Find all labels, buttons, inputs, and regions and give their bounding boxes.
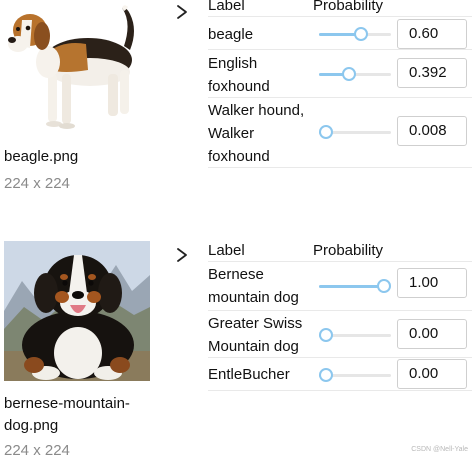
prediction-table: Label Probability beagle 0.60 English fo…: [208, 0, 472, 168]
table-row: Walker hound, Walker foxhound 0.008: [208, 98, 472, 168]
probability-value-field[interactable]: 0.60: [397, 19, 467, 49]
probability-slider[interactable]: [319, 125, 391, 139]
probability-slider[interactable]: [319, 368, 391, 382]
probability-value-field[interactable]: 0.392: [397, 58, 467, 88]
image-dimensions: 224 x 224: [4, 175, 70, 192]
prediction-table: Label Probability Bernese mountain dog 1…: [208, 242, 472, 391]
probability-slider[interactable]: [319, 279, 391, 293]
beagle-image: [4, 0, 150, 140]
column-header-label: Label: [208, 242, 245, 259]
result-card-bernese: bernese-mountain-dog.png 224 x 224 Label…: [0, 238, 474, 459]
class-label: Greater Swiss Mountain dog: [208, 315, 303, 355]
chevron-right-icon[interactable]: [175, 247, 189, 263]
class-label: EntleBucher: [208, 366, 290, 383]
slider-handle[interactable]: [377, 279, 391, 293]
watermark: CSDN @Nell-Yale: [411, 446, 468, 453]
slider-handle[interactable]: [353, 27, 368, 41]
result-card-beagle: beagle.png 224 x 224 Label Probability b…: [0, 0, 474, 200]
class-label: English foxhound: [208, 55, 270, 95]
image-dimensions: 224 x 224: [4, 442, 70, 459]
column-header-label: Label: [208, 0, 245, 14]
image-filename: bernese-mountain-dog.png: [4, 395, 130, 434]
table-row: EntleBucher 0.00: [208, 358, 472, 391]
column-header-probability: Probability: [313, 242, 384, 259]
column-header-probability: Probability: [313, 0, 384, 14]
class-label: Walker hound, Walker foxhound: [208, 102, 305, 165]
class-label: Bernese mountain dog: [208, 266, 299, 306]
image-filename: beagle.png: [4, 148, 79, 165]
slider-handle[interactable]: [341, 67, 356, 81]
probability-value-field[interactable]: 0.00: [397, 319, 467, 349]
probability-value-field[interactable]: 1.00: [397, 268, 467, 298]
class-label: beagle: [208, 26, 254, 43]
table-header: Label Probability: [208, 0, 472, 17]
probability-slider[interactable]: [319, 67, 391, 81]
probability-slider[interactable]: [319, 27, 391, 41]
probability-slider[interactable]: [319, 328, 391, 342]
probability-value-field[interactable]: 0.008: [397, 116, 467, 146]
slider-handle[interactable]: [319, 368, 333, 382]
bernese-mountain-dog-image: [4, 241, 150, 381]
slider-handle[interactable]: [319, 125, 334, 139]
table-row: English foxhound 0.392: [208, 50, 472, 98]
slider-fill: [319, 285, 384, 288]
table-header: Label Probability: [208, 242, 472, 262]
table-row: beagle 0.60: [208, 17, 472, 50]
probability-value-field[interactable]: 0.00: [397, 359, 467, 389]
table-row: Bernese mountain dog 1.00: [208, 262, 472, 311]
chevron-right-icon[interactable]: [175, 4, 189, 20]
table-row: Greater Swiss Mountain dog 0.00: [208, 311, 472, 358]
slider-handle[interactable]: [319, 328, 333, 342]
